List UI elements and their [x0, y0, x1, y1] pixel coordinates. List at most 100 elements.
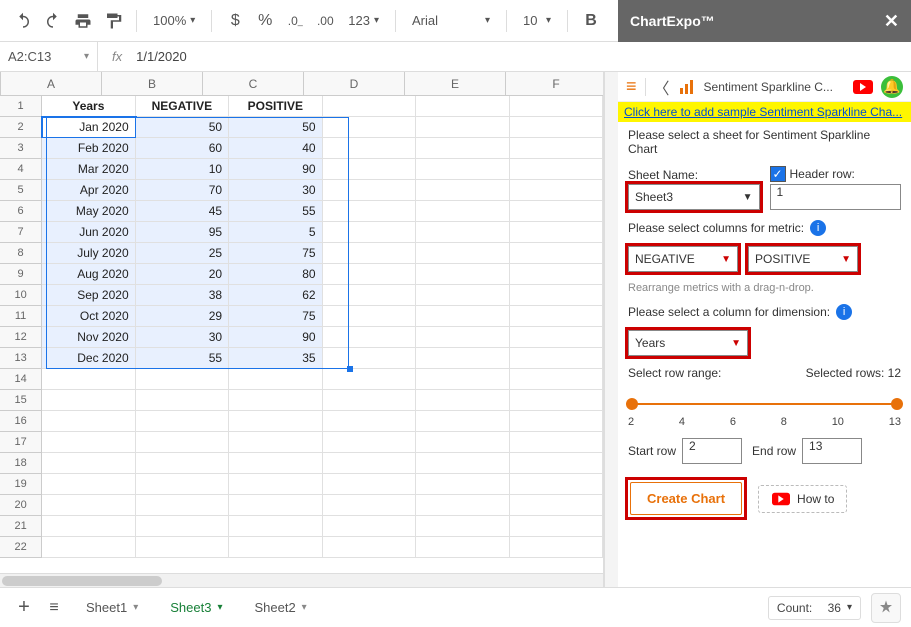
- cell[interactable]: [136, 411, 229, 432]
- cell[interactable]: [416, 264, 509, 285]
- cell[interactable]: [416, 453, 509, 474]
- cell[interactable]: [510, 453, 603, 474]
- cell[interactable]: [416, 180, 509, 201]
- cell[interactable]: [323, 369, 416, 390]
- sidepanel-close-icon[interactable]: ✕: [884, 11, 899, 32]
- cell[interactable]: [510, 201, 603, 222]
- cell[interactable]: [42, 453, 135, 474]
- cell[interactable]: [42, 537, 135, 558]
- cell[interactable]: [510, 516, 603, 537]
- formula-input[interactable]: 1/1/2020: [132, 49, 191, 64]
- cell[interactable]: Apr 2020: [42, 180, 135, 201]
- cell[interactable]: [416, 369, 509, 390]
- cell[interactable]: [136, 453, 229, 474]
- how-to-button[interactable]: How to: [758, 485, 847, 513]
- cell[interactable]: [416, 516, 509, 537]
- cell[interactable]: [323, 138, 416, 159]
- cell[interactable]: [323, 411, 416, 432]
- cell[interactable]: 95: [136, 222, 229, 243]
- row-header[interactable]: 17: [0, 432, 42, 453]
- end-row-input[interactable]: 13: [802, 438, 862, 464]
- cell[interactable]: [42, 474, 135, 495]
- cell[interactable]: [510, 306, 603, 327]
- menu-icon[interactable]: ≡: [626, 76, 637, 97]
- cell[interactable]: [416, 537, 509, 558]
- print-button[interactable]: [70, 8, 96, 34]
- cell[interactable]: [229, 453, 322, 474]
- increase-decimal-button[interactable]: .00: [312, 8, 338, 34]
- cell[interactable]: May 2020: [42, 201, 135, 222]
- cell[interactable]: [416, 432, 509, 453]
- cell[interactable]: [510, 327, 603, 348]
- cell[interactable]: [42, 369, 135, 390]
- cell[interactable]: Dec 2020: [42, 348, 135, 369]
- cell[interactable]: 70: [136, 180, 229, 201]
- cell[interactable]: [323, 306, 416, 327]
- cell[interactable]: 45: [136, 201, 229, 222]
- cell[interactable]: [323, 327, 416, 348]
- column-header[interactable]: F: [506, 72, 604, 95]
- cell[interactable]: [510, 243, 603, 264]
- cell[interactable]: [510, 264, 603, 285]
- notifications-icon[interactable]: 🔔: [881, 76, 903, 98]
- currency-button[interactable]: $: [222, 8, 248, 34]
- cell[interactable]: [510, 348, 603, 369]
- name-box[interactable]: A2:C13▾: [0, 42, 98, 71]
- cell[interactable]: [323, 159, 416, 180]
- cell[interactable]: 90: [229, 327, 322, 348]
- cell[interactable]: [510, 96, 603, 117]
- cell[interactable]: [136, 516, 229, 537]
- dimension-select[interactable]: Years▼: [628, 330, 748, 356]
- cell[interactable]: [323, 201, 416, 222]
- cell[interactable]: 29: [136, 306, 229, 327]
- row-header[interactable]: 21: [0, 516, 42, 537]
- row-header[interactable]: 12: [0, 327, 42, 348]
- cell[interactable]: [510, 138, 603, 159]
- cell[interactable]: [229, 516, 322, 537]
- add-sheet-button[interactable]: +: [10, 594, 38, 622]
- cell[interactable]: [416, 222, 509, 243]
- cell[interactable]: [323, 117, 416, 138]
- cell[interactable]: [416, 327, 509, 348]
- cell[interactable]: [323, 243, 416, 264]
- cell[interactable]: POSITIVE: [229, 96, 322, 117]
- row-header[interactable]: 20: [0, 495, 42, 516]
- cell[interactable]: [416, 285, 509, 306]
- decrease-decimal-button[interactable]: .0_: [282, 8, 308, 34]
- cell[interactable]: 50: [136, 117, 229, 138]
- header-row-input[interactable]: 1: [770, 184, 902, 210]
- cell[interactable]: [416, 495, 509, 516]
- column-header[interactable]: A: [1, 72, 102, 95]
- column-header[interactable]: B: [102, 72, 203, 95]
- cell[interactable]: Feb 2020: [42, 138, 135, 159]
- horizontal-scrollbar[interactable]: [0, 573, 603, 587]
- sheet-tab[interactable]: Sheet1▾: [70, 592, 154, 623]
- row-header[interactable]: 18: [0, 453, 42, 474]
- cell[interactable]: [416, 201, 509, 222]
- column-header[interactable]: D: [304, 72, 405, 95]
- sheet-name-select[interactable]: Sheet3▼: [628, 184, 760, 210]
- cell[interactable]: [136, 495, 229, 516]
- cell[interactable]: [42, 516, 135, 537]
- cell[interactable]: 55: [229, 201, 322, 222]
- row-header[interactable]: 11: [0, 306, 42, 327]
- redo-button[interactable]: [40, 8, 66, 34]
- row-header[interactable]: 14: [0, 369, 42, 390]
- metric-info-icon[interactable]: i: [810, 220, 826, 236]
- row-header[interactable]: 19: [0, 474, 42, 495]
- bold-button[interactable]: B: [578, 8, 604, 34]
- column-header[interactable]: E: [405, 72, 506, 95]
- cell[interactable]: [510, 474, 603, 495]
- explore-button[interactable]: [871, 593, 901, 623]
- cell[interactable]: [323, 537, 416, 558]
- cell[interactable]: 60: [136, 138, 229, 159]
- cell[interactable]: [510, 390, 603, 411]
- row-header[interactable]: 22: [0, 537, 42, 558]
- cell[interactable]: [323, 180, 416, 201]
- cell[interactable]: [416, 411, 509, 432]
- spreadsheet-grid[interactable]: ABCDEF 1YearsNEGATIVEPOSITIVE 2Jan 20205…: [0, 72, 604, 587]
- sheet-tab[interactable]: Sheet2▾: [238, 592, 322, 623]
- cell[interactable]: Mar 2020: [42, 159, 135, 180]
- cell[interactable]: Years: [42, 96, 135, 117]
- start-row-input[interactable]: 2: [682, 438, 742, 464]
